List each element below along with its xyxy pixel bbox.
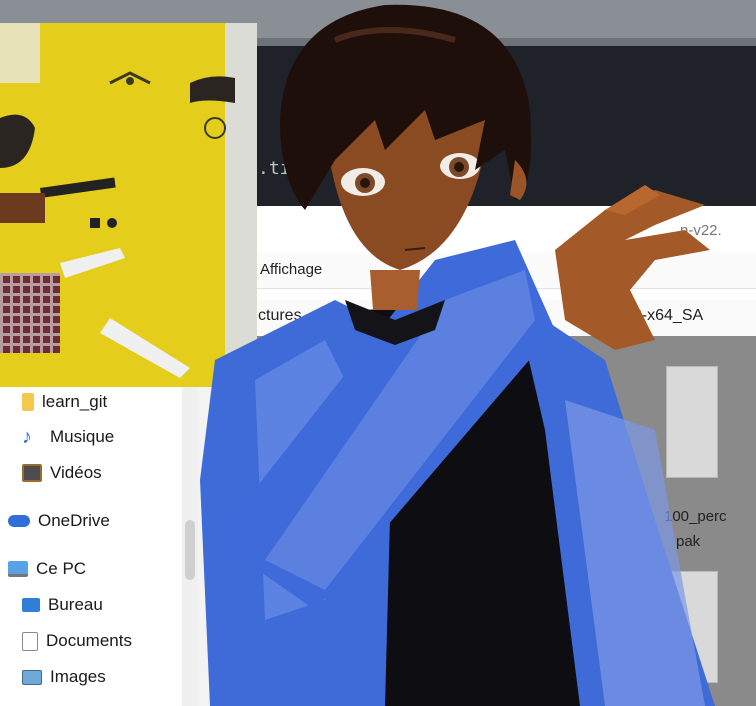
document-icon xyxy=(22,631,38,651)
navigation-pane: learn_git ♪ Musique Vidéos OneDrive Ce P… xyxy=(0,385,182,706)
sidebar-item-musique[interactable]: ♪ Musique xyxy=(0,422,202,452)
sidebar-item-ce-pc[interactable]: Ce PC xyxy=(0,554,188,584)
music-note-icon: ♪ xyxy=(22,426,32,448)
computer-icon xyxy=(8,561,28,577)
desktop-icon xyxy=(22,598,40,612)
folder-icon xyxy=(22,393,34,411)
cloud-icon xyxy=(8,515,30,527)
film-icon xyxy=(22,464,42,482)
sidebar-item-label: Musique xyxy=(50,427,115,446)
sidebar-item-label: Images xyxy=(50,667,106,686)
sidebar-item-label: Vidéos xyxy=(50,463,102,482)
sidebar-item-images[interactable]: Images xyxy=(0,662,202,692)
avatar-hand xyxy=(555,190,710,350)
sidebar-item-label: learn_git xyxy=(42,392,108,411)
avatar-overlay xyxy=(200,4,715,706)
sidebar-item-learn-git[interactable]: learn_git xyxy=(0,387,202,417)
sidebar-item-onedrive[interactable]: OneDrive xyxy=(0,506,188,536)
image-icon xyxy=(22,669,42,685)
sidebar-item-label: Ce PC xyxy=(36,559,87,578)
sidebar-item-documents[interactable]: Documents xyxy=(0,626,202,656)
sidebar-item-label: Documents xyxy=(46,631,132,650)
sidebar-item-videos[interactable]: Vidéos xyxy=(0,458,202,488)
sidebar-item-label: Bureau xyxy=(48,595,103,614)
sidebar-item-label: OneDrive xyxy=(38,511,110,530)
sidebar-item-bureau[interactable]: Bureau xyxy=(0,590,202,620)
